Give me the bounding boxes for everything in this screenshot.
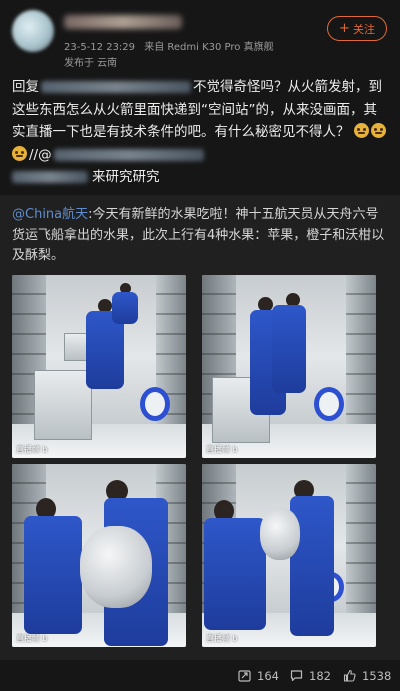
follow-label: 关注: [352, 22, 375, 36]
photo-3[interactable]: 直播帧 b: [12, 464, 186, 647]
mention-blurred[interactable]: [41, 81, 191, 93]
action-bar: 164 182 1538: [0, 660, 400, 691]
post-end-text: 来研究研究: [92, 169, 160, 185]
post-body: 回复 不觉得奇怪吗？从火箭发射，到这些东西怎么从火箭里面快递到“空间站”的，从来没…: [12, 76, 388, 189]
like-button[interactable]: 1538: [343, 660, 391, 691]
plus-icon: +: [339, 21, 350, 36]
post-header: 23-5-12 23:29 来自 Redmi K30 Pro 真旗舰 发布于 云…: [0, 0, 400, 70]
repost-button[interactable]: 164: [238, 660, 279, 691]
repost-chain-prefix: //@: [29, 146, 52, 163]
comment-count: 182: [309, 668, 331, 683]
comment-button[interactable]: 182: [290, 660, 331, 691]
post-source: 来自 Redmi K30 Pro 真旗舰: [144, 42, 274, 53]
post-date: 23-5-12 23:29: [64, 42, 136, 53]
mention-blurred[interactable]: [53, 148, 204, 161]
repost-body: @China航天:今天有新鲜的水果吃啦！神十五航天员从天舟六号货运飞船拿出的水果…: [12, 205, 388, 267]
photo-4[interactable]: 直播帧 b: [202, 464, 376, 647]
photo-watermark: 直播帧 b: [16, 634, 48, 643]
photo-watermark: 直播帧 b: [206, 445, 238, 454]
follow-button[interactable]: + 关注: [327, 16, 387, 41]
comment-icon: [290, 670, 303, 682]
post-location: 发布于 云南: [64, 58, 118, 69]
like-icon: [343, 669, 356, 682]
mention-blurred[interactable]: [12, 171, 88, 183]
repost-icon: [238, 670, 251, 682]
emoji-icon: [370, 123, 386, 138]
repost-mention[interactable]: @China航天: [12, 207, 88, 222]
reposted-content[interactable]: @China航天:今天有新鲜的水果吃啦！神十五航天员从天舟六号货运飞船拿出的水果…: [0, 195, 400, 660]
emoji-icon: [12, 145, 27, 161]
avatar[interactable]: [12, 10, 54, 52]
post-meta: 23-5-12 23:29 来自 Redmi K30 Pro 真旗舰: [64, 38, 274, 53]
photo-watermark: 直播帧 b: [16, 445, 48, 454]
emoji-icon: [353, 123, 369, 138]
repost-count: 164: [257, 668, 279, 683]
photo-1[interactable]: 直播帧 b: [12, 275, 186, 458]
reply-prefix: 回复: [12, 79, 39, 95]
like-count: 1538: [362, 668, 392, 683]
photo-watermark: 直播帧 b: [206, 634, 238, 643]
photo-2[interactable]: 直播帧 b: [202, 275, 376, 458]
username-blurred[interactable]: [64, 15, 182, 29]
